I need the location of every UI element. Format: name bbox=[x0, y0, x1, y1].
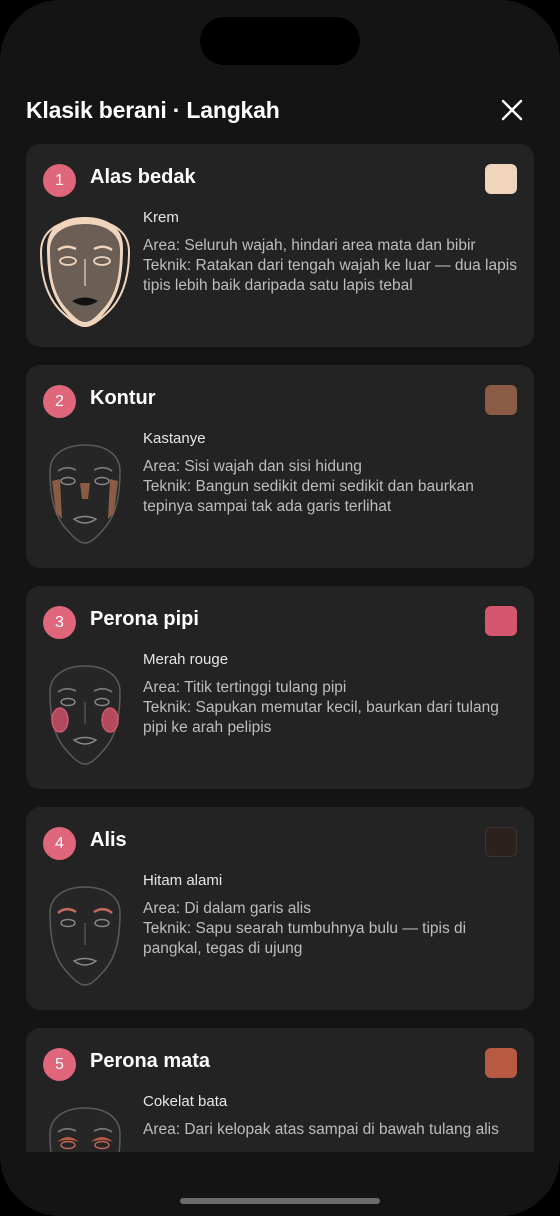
step-area: Area: Seluruh wajah, hindari area mata d… bbox=[143, 237, 476, 254]
step-number-badge: 1 bbox=[43, 164, 76, 197]
dynamic-island bbox=[200, 17, 360, 65]
step-card-4[interactable]: 4 Alis Hitam alami Area: Di dalam garis … bbox=[26, 807, 534, 1010]
step-area: Area: Titik tertinggi tulang pipi bbox=[143, 679, 347, 696]
color-swatch bbox=[485, 606, 517, 636]
close-icon bbox=[501, 99, 523, 121]
color-swatch bbox=[485, 164, 517, 194]
step-area: Area: Sisi wajah dan sisi hidung bbox=[143, 458, 362, 475]
step-card-5[interactable]: 5 Perona mata Cokelat bata Area: Dari ke… bbox=[26, 1028, 534, 1152]
color-name: Cokelat bata bbox=[143, 1093, 228, 1110]
step-card-2[interactable]: 2 Kontur Kastanye Area: Sisi wajah dan s… bbox=[26, 365, 534, 568]
phone-screen: Klasik berani · Langkah 1 Alas bedak Kre… bbox=[0, 0, 560, 1216]
color-swatch bbox=[485, 1048, 517, 1078]
step-number-badge: 4 bbox=[43, 827, 76, 860]
step-area: Area: Dari kelopak atas sampai di bawah … bbox=[143, 1121, 499, 1138]
step-detail: Area: Dari kelopak atas sampai di bawah … bbox=[143, 1120, 523, 1140]
step-number-badge: 2 bbox=[43, 385, 76, 418]
color-name: Kastanye bbox=[143, 430, 206, 447]
steps-list[interactable]: 1 Alas bedak Krem Area: Seluruh wajah, h… bbox=[0, 144, 560, 1152]
close-button[interactable] bbox=[498, 96, 526, 124]
color-name: Hitam alami bbox=[143, 872, 223, 889]
step-detail: Area: Seluruh wajah, hindari area mata d… bbox=[143, 236, 523, 296]
step-detail: Area: Titik tertinggi tulang pipi Teknik… bbox=[143, 678, 523, 738]
color-name: Merah rouge bbox=[143, 651, 229, 668]
step-card-1[interactable]: 1 Alas bedak Krem Area: Seluruh wajah, h… bbox=[26, 144, 534, 347]
step-title: Alas bedak bbox=[90, 166, 196, 188]
header: Klasik berani · Langkah bbox=[26, 93, 534, 127]
step-technique: Teknik: Ratakan dari tengah wajah ke lua… bbox=[143, 257, 517, 294]
step-card-3[interactable]: 3 Perona pipi Merah rouge Area: Titik te… bbox=[26, 586, 534, 789]
color-swatch bbox=[485, 385, 517, 415]
step-number-badge: 5 bbox=[43, 1048, 76, 1081]
face-foundation-icon bbox=[38, 214, 132, 330]
step-title: Kontur bbox=[90, 387, 156, 409]
step-technique: Teknik: Sapukan memutar kecil, baurkan d… bbox=[143, 699, 499, 736]
step-detail: Area: Sisi wajah dan sisi hidung Teknik:… bbox=[143, 457, 523, 517]
page-title: Klasik berani · Langkah bbox=[26, 96, 280, 123]
step-title: Perona pipi bbox=[90, 608, 199, 630]
home-indicator[interactable] bbox=[180, 1198, 380, 1204]
color-swatch bbox=[485, 827, 517, 857]
step-title: Perona mata bbox=[90, 1050, 211, 1072]
step-technique: Teknik: Sapu searah tumbuhnya bulu — tip… bbox=[143, 920, 467, 957]
step-technique: Teknik: Bangun sedikit demi sedikit dan … bbox=[143, 478, 474, 515]
face-contour-icon bbox=[38, 435, 132, 551]
step-number-badge: 3 bbox=[43, 606, 76, 639]
face-brow-icon bbox=[38, 877, 132, 993]
face-eyeshadow-icon bbox=[38, 1098, 132, 1152]
step-title: Alis bbox=[90, 829, 127, 851]
step-area: Area: Di dalam garis alis bbox=[143, 900, 311, 917]
face-blush-icon bbox=[38, 656, 132, 772]
step-detail: Area: Di dalam garis alis Teknik: Sapu s… bbox=[143, 899, 523, 959]
color-name: Krem bbox=[143, 209, 179, 226]
